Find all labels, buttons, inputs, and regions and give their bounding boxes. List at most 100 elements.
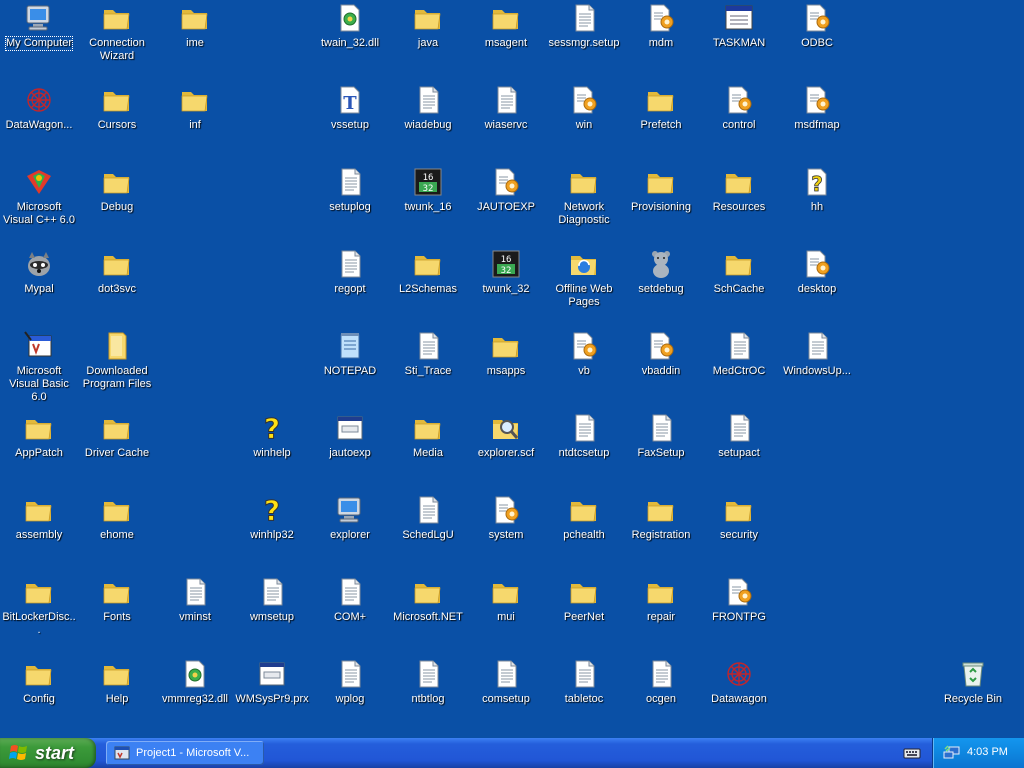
desktop-icon-datawagon[interactable]: Datawagon — [700, 656, 778, 736]
desktop-icon-provisioning[interactable]: Provisioning — [622, 164, 700, 244]
desktop-icon-jautoexp[interactable]: JAUTOEXP — [467, 164, 545, 244]
desktop-icon-control[interactable]: control — [700, 82, 778, 162]
desktop-icon-win[interactable]: win — [545, 82, 623, 162]
desktop-icon-media[interactable]: Media — [389, 410, 467, 490]
desktop-icon-assembly[interactable]: assembly — [0, 492, 78, 572]
desktop-icon-faxsetup[interactable]: FaxSetup — [622, 410, 700, 490]
desktop-icon-vminst[interactable]: vminst — [156, 574, 234, 654]
desktop-icon-label: NOTEPAD — [323, 365, 377, 377]
desktop-icon-windowsup[interactable]: WindowsUp... — [778, 328, 856, 408]
desktop-icon-bitlockerdisc[interactable]: BitLockerDisc... — [0, 574, 78, 654]
desktop-icon-twunk-16[interactable]: 16 32 twunk_16 — [389, 164, 467, 244]
desktop-icon-jautoexp[interactable]: jautoexp — [311, 410, 389, 490]
desktop-icon-recycle-bin[interactable]: Recycle Bin — [934, 656, 1012, 736]
desktop-icon-vbaddin[interactable]: vbaddin — [622, 328, 700, 408]
desktop-icon-microsoft-net[interactable]: Microsoft.NET — [389, 574, 467, 654]
clock[interactable]: 4:03 PM — [967, 746, 1008, 758]
desktop-icon-pchealth[interactable]: pchealth — [545, 492, 623, 572]
desktop-icon-ocgen[interactable]: ocgen — [622, 656, 700, 736]
desktop-icon-mypal[interactable]: Mypal — [0, 246, 78, 326]
desktop-icon-system[interactable]: system — [467, 492, 545, 572]
desktop-icon-mdm[interactable]: mdm — [622, 0, 700, 80]
desktop-icon-wiaservc[interactable]: wiaservc — [467, 82, 545, 162]
desktop-icon-odbc[interactable]: ODBC — [778, 0, 856, 80]
desktop-icon-connection-wizard[interactable]: Connection Wizard — [78, 0, 156, 80]
desktop-icon-offline-web-pages[interactable]: Offline Web Pages — [545, 246, 623, 326]
desktop-icon-label: wplog — [335, 693, 365, 705]
desktop-icon-com[interactable]: COM+ — [311, 574, 389, 654]
desktop-icon-winhelp[interactable]: ? winhelp — [233, 410, 311, 490]
desktop-icon-sti-trace[interactable]: Sti_Trace — [389, 328, 467, 408]
text-file-icon — [334, 248, 366, 280]
desktop-icon-label: Resources — [712, 201, 766, 213]
desktop-icon-my-computer[interactable]: My Computer — [0, 0, 78, 80]
desktop-icon-wplog[interactable]: wplog — [311, 656, 389, 736]
keyboard-icon[interactable] — [903, 745, 921, 761]
desktop-icon-explorer-scf[interactable]: explorer.scf — [467, 410, 545, 490]
desktop-icon-twunk-32[interactable]: 16 32 twunk_32 — [467, 246, 545, 326]
desktop-icon-mui[interactable]: mui — [467, 574, 545, 654]
desktop-icon-setuplog[interactable]: setuplog — [311, 164, 389, 244]
desktop-icon-label: ocgen — [646, 693, 676, 705]
desktop-icon-schedlgu[interactable]: SchedLgU — [389, 492, 467, 572]
desktop-icon-cursors[interactable]: Cursors — [78, 82, 156, 162]
desktop-icon-explorer[interactable]: explorer — [311, 492, 389, 572]
desktop-icon-winhlp32[interactable]: ? winhlp32 — [233, 492, 311, 572]
network-connection-icon[interactable] — [943, 745, 961, 761]
desktop-icon-wiadebug[interactable]: wiadebug — [389, 82, 467, 162]
desktop-icon-label: Connection Wizard — [89, 37, 145, 62]
desktop-icon-resources[interactable]: Resources — [700, 164, 778, 244]
desktop-icon-regopt[interactable]: regopt — [311, 246, 389, 326]
desktop-icon-apppatch[interactable]: AppPatch — [0, 410, 78, 490]
desktop-icon-microsoft-visual-basic-6-0[interactable]: Microsoft Visual Basic 6.0 — [0, 328, 78, 408]
desktop-icon-l2schemas[interactable]: L2Schemas — [389, 246, 467, 326]
desktop-icon-desktop[interactable]: desktop — [778, 246, 856, 326]
desktop-icon-setupact[interactable]: setupact — [700, 410, 778, 490]
desktop-icon-schcache[interactable]: SchCache — [700, 246, 778, 326]
desktop-icon-security[interactable]: security — [700, 492, 778, 572]
desktop-icon-driver-cache[interactable]: Driver Cache — [78, 410, 156, 490]
desktop-icon-registration[interactable]: Registration — [622, 492, 700, 572]
desktop-icon-label: My Computer — [4, 36, 74, 51]
desktop-icon-msapps[interactable]: msapps — [467, 328, 545, 408]
desktop-icon-vssetup[interactable]: Tvssetup — [311, 82, 389, 162]
desktop-icon-java[interactable]: java — [389, 0, 467, 80]
desktop-icon-dot3svc[interactable]: dot3svc — [78, 246, 156, 326]
desktop-icon-msagent[interactable]: msagent — [467, 0, 545, 80]
desktop-icon-hh[interactable]: ? hh — [778, 164, 856, 244]
desktop-icon-ime[interactable]: ime — [156, 0, 234, 80]
taskbar-button-project1[interactable]: Project1 - Microsoft V... — [106, 741, 264, 765]
desktop-icon-setdebug[interactable]: setdebug — [622, 246, 700, 326]
desktop-icon-vmmreg32-dll[interactable]: vmmreg32.dll — [156, 656, 234, 736]
desktop-icon-fonts[interactable]: Fonts — [78, 574, 156, 654]
desktop-icon-prefetch[interactable]: Prefetch — [622, 82, 700, 162]
desktop-icon-frontpg[interactable]: FRONTPG — [700, 574, 778, 654]
folder-icon — [568, 494, 600, 526]
desktop-icon-medctroc[interactable]: MedCtrOC — [700, 328, 778, 408]
desktop-icon-sessmgr-setup[interactable]: sessmgr.setup — [545, 0, 623, 80]
desktop-icon-peernet[interactable]: PeerNet — [545, 574, 623, 654]
desktop-icon-msdfmap[interactable]: msdfmap — [778, 82, 856, 162]
desktop-icon-ehome[interactable]: ehome — [78, 492, 156, 572]
desktop-icon-downloaded-program-files[interactable]: Downloaded Program Files — [78, 328, 156, 408]
start-button[interactable]: start — [0, 738, 96, 768]
desktop-icon-ntbtlog[interactable]: ntbtlog — [389, 656, 467, 736]
desktop-icon-vb[interactable]: vb — [545, 328, 623, 408]
desktop-icon-ntdtcsetup[interactable]: ntdtcsetup — [545, 410, 623, 490]
desktop-icon-twain-32-dll[interactable]: twain_32.dll — [311, 0, 389, 80]
desktop-icon-wmsetup[interactable]: wmsetup — [233, 574, 311, 654]
desktop-icon-inf[interactable]: inf — [156, 82, 234, 162]
desktop-icon-microsoft-visual-c-6-0[interactable]: Microsoft Visual C++ 6.0 — [0, 164, 78, 244]
desktop-icon-comsetup[interactable]: comsetup — [467, 656, 545, 736]
desktop-icon-wmsyspr9-prx[interactable]: WMSysPr9.prx — [233, 656, 311, 736]
desktop-icon-help[interactable]: Help — [78, 656, 156, 736]
desktop-icon-notepad[interactable]: NOTEPAD — [311, 328, 389, 408]
desktop-icon-tabletoc[interactable]: tabletoc — [545, 656, 623, 736]
desktop-icon-network-diagnostic[interactable]: Network Diagnostic — [545, 164, 623, 244]
desktop-icon-debug[interactable]: Debug — [78, 164, 156, 244]
desktop-icon-config[interactable]: Config — [0, 656, 78, 736]
desktop-icon-datawagon[interactable]: DataWagon... — [0, 82, 78, 162]
desktop-icon-taskman[interactable]: TASKMAN — [700, 0, 778, 80]
desktop-icon-label: Recycle Bin — [943, 693, 1003, 705]
desktop-icon-repair[interactable]: repair — [622, 574, 700, 654]
